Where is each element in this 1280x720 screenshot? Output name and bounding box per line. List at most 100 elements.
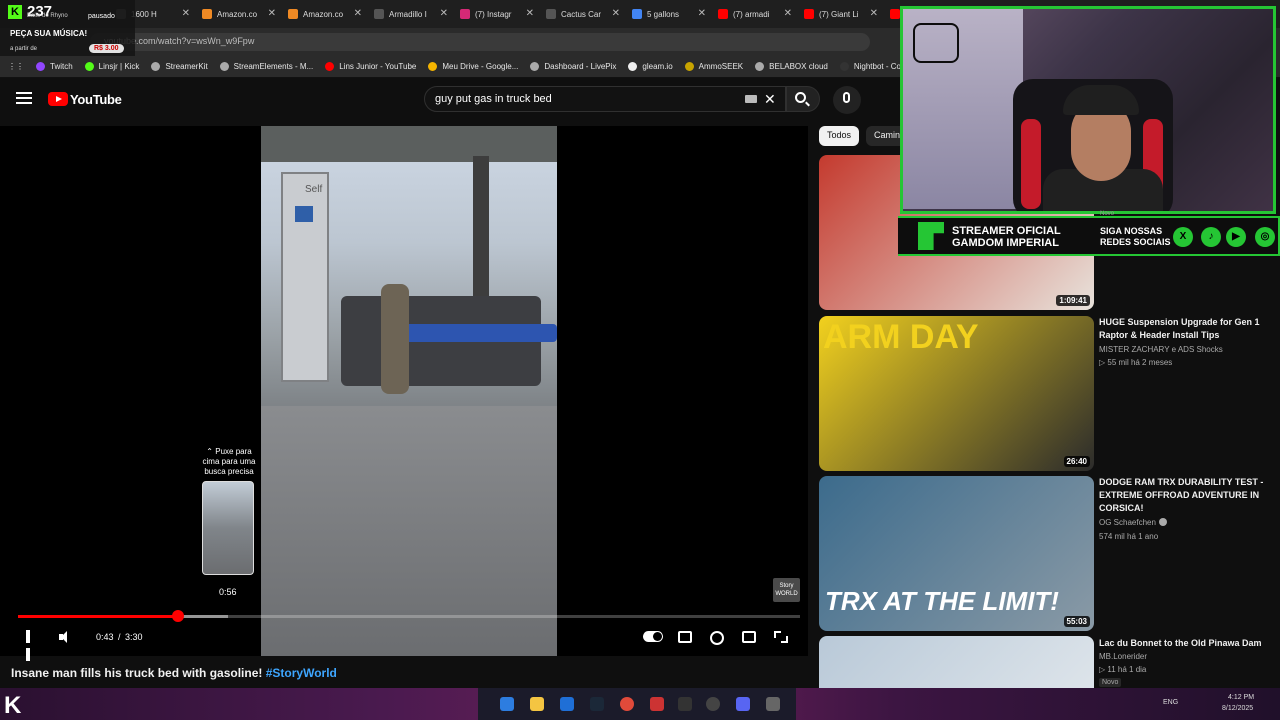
tab-favicon-icon [804,9,814,19]
clock-date[interactable]: 8/12/2025 [1222,705,1253,712]
chrome-icon[interactable] [620,697,634,711]
bookmark-favicon-icon [428,62,438,71]
bookmark-favicon-icon [36,62,45,71]
bookmark-favicon-icon [325,62,335,71]
bookmark-item[interactable]: Twitch [36,62,73,71]
tab-close-icon[interactable]: ✕ [612,8,620,19]
bookmark-item[interactable]: BELABOX cloud [755,62,828,71]
browser-tab[interactable]: 5 gallons ✕ [626,0,712,28]
theater-mode-icon[interactable] [742,631,756,643]
banner-social-text: REDES SOCIAIS [1100,237,1171,247]
file-explorer-icon[interactable] [530,697,544,711]
tab-favicon-icon [546,9,556,19]
tab-close-icon[interactable]: ✕ [698,8,706,19]
autoplay-toggle[interactable] [643,631,663,642]
bookmark-label: BELABOX cloud [769,62,828,71]
recommendation-thumbnail[interactable]: TRX AT THE LIMIT! 55:03 [819,476,1094,631]
pause-icon[interactable] [26,630,38,661]
fullscreen-icon[interactable] [774,631,788,643]
bookmark-item[interactable]: Linsjr | Kick [84,62,139,71]
bookmark-favicon-icon [684,62,694,71]
recommendation-title[interactable]: DODGE RAM TRX DURABILITY TEST - EXTREME … [1099,476,1269,515]
thumbnail-text: ARM DAY [823,318,979,356]
edge-icon[interactable] [560,697,574,711]
app-icon[interactable] [650,697,664,711]
tab-label: Amazon.co [217,9,258,19]
apps-icon[interactable]: ⋮⋮ [8,62,24,71]
webcam-overlay [900,6,1276,214]
tab-close-icon[interactable]: ✕ [870,8,878,19]
tab-label: 5 gallons [647,9,680,19]
keyboard-icon[interactable] [745,95,757,103]
tab-close-icon[interactable]: ✕ [268,8,276,19]
language-indicator[interactable]: ENG [1163,699,1178,706]
browser-tab[interactable]: (7) armadi ✕ [712,0,798,28]
search-input[interactable] [424,86,786,112]
recommendation-thumbnail[interactable] [819,636,1094,688]
bookmark-item[interactable]: AmmoSEEK [684,62,744,71]
browser-tab[interactable]: (7) Giant Li ✕ [798,0,884,28]
recommendation-title[interactable]: HUGE Suspension Upgrade for Gen 1 Raptor… [1099,316,1269,342]
browser-tab[interactable]: Amazon.co ✕ [282,0,368,28]
tab-favicon-icon [890,9,900,19]
recommendation-title[interactable]: Lac du Bonnet to the Old Pinawa Dam [1099,637,1269,650]
terminal-icon[interactable] [678,697,692,711]
browser-tab[interactable]: Cactus Car ✕ [540,0,626,28]
tiktok-icon: ♪ [1201,227,1221,247]
clock-time[interactable]: 4:12 PM [1228,694,1254,701]
bookmark-favicon-icon [755,62,765,71]
tab-close-icon[interactable]: ✕ [182,8,190,19]
volume-icon[interactable] [59,630,75,644]
bookmark-item[interactable]: StreamerKit [151,62,208,71]
youtube-logo-text[interactable]: YouTube [70,92,122,107]
windows-start-icon[interactable] [500,697,514,711]
subtitles-icon[interactable] [678,631,692,643]
tab-close-icon[interactable]: ✕ [354,8,362,19]
discord-icon[interactable] [736,697,750,711]
bookmark-item[interactable]: Meu Drive - Google... [428,62,518,71]
tab-close-icon[interactable]: ✕ [526,8,534,19]
channel-watermark[interactable]: Story WORLD [773,578,800,602]
obs-icon[interactable] [706,697,720,711]
tab-label: Cactus Car [561,9,602,19]
tab-close-icon[interactable]: ✕ [784,8,792,19]
tab-label: (7) Giant Li [819,9,859,19]
verified-icon [1158,518,1167,526]
recommendation-duration: 1:09:41 [1056,295,1090,306]
youtube-icon: ▶ [1226,227,1246,247]
bookmark-favicon-icon [839,62,849,71]
recommendation-channel[interactable]: OG Schaefchen [1099,518,1167,527]
video-hashtag-link[interactable]: #StoryWorld [266,666,337,680]
steam-icon[interactable] [590,697,604,711]
bookmark-label: Dashboard - LivePix [544,62,617,71]
youtube-logo-icon[interactable] [48,92,68,106]
microphone-icon[interactable] [843,92,850,103]
bookmark-label: Lins Junior - YouTube [339,62,417,71]
recommendation-meta: ▷ 11 há 1 dia [1099,665,1147,674]
video-frame[interactable]: Self [261,126,557,656]
calculator-icon[interactable] [766,697,780,711]
tab-close-icon[interactable]: ✕ [440,8,448,19]
bookmark-item[interactable]: Lins Junior - YouTube [325,62,416,71]
menu-icon[interactable] [16,92,32,106]
bookmark-item[interactable]: StreamElements - M... [219,62,313,71]
progress-played [18,615,179,618]
stream-overlay: K 237 Baile do Rhyno pausado PEÇA SUA MÚ… [0,0,135,56]
bookmark-item[interactable]: Dashboard - LivePix [530,62,616,71]
recommendation-channel[interactable]: MB.Lonerider [1099,652,1147,661]
tab-favicon-icon [374,9,384,19]
recommendation-thumbnail[interactable]: ARM DAY 26:40 [819,316,1094,471]
browser-tab[interactable]: Armadillo I ✕ [368,0,454,28]
bookmark-label: AmmoSEEK [698,62,744,71]
url-field[interactable]: youtube.com/watch?v=wsWn_w9Fpw [90,33,870,51]
clear-search-icon[interactable]: ✕ [764,91,776,108]
search-icon[interactable] [795,92,806,103]
browser-tab[interactable]: (7) Instagr ✕ [454,0,540,28]
settings-icon[interactable] [710,631,724,645]
recommendation-channel[interactable]: MISTER ZACHARY e ADS Shocks [1099,345,1223,354]
paused-status: pausado [88,13,115,20]
new-badge: Novo [1099,678,1122,687]
browser-tab[interactable]: Amazon.co ✕ [196,0,282,28]
bookmark-item[interactable]: gleam.io [628,62,673,71]
chip-all[interactable]: Todos [819,126,860,146]
